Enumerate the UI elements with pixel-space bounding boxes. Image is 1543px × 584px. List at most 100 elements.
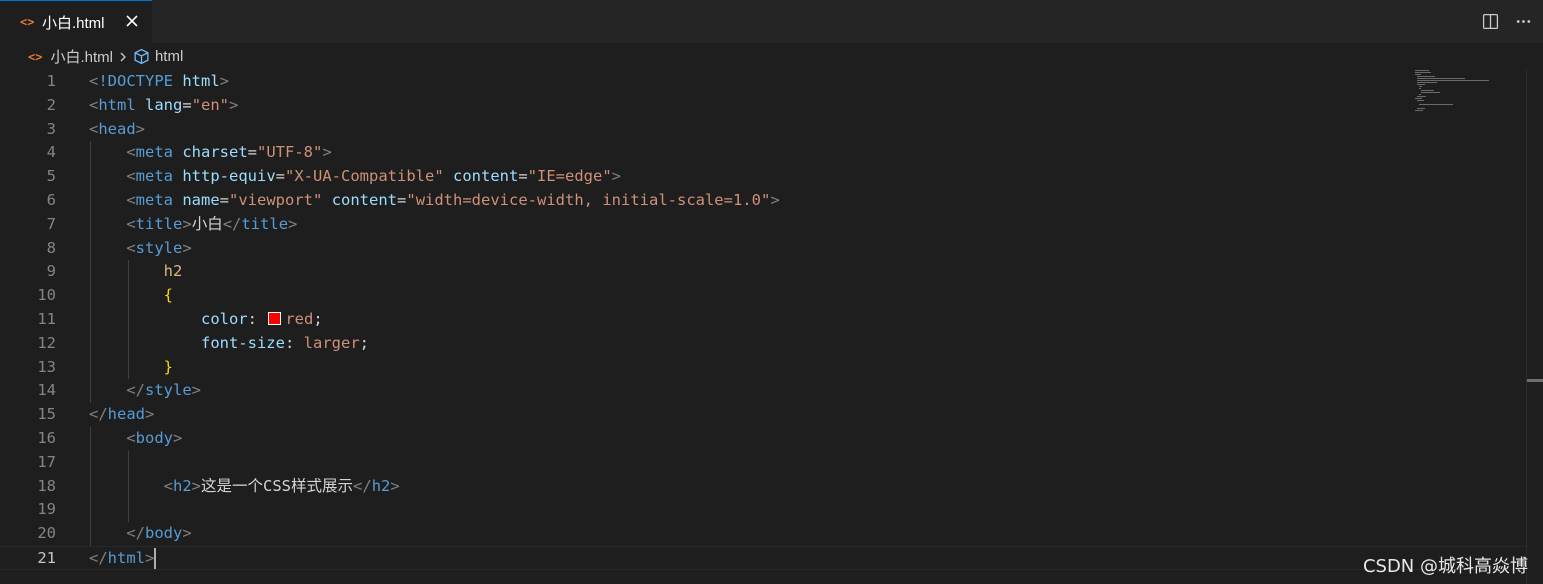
- code-text: </html>: [89, 547, 157, 571]
- line-number: 14: [37, 381, 56, 400]
- code-token: <: [163, 476, 173, 495]
- code-token: =: [219, 191, 230, 209]
- minimap[interactable]: [1412, 70, 1512, 116]
- code-token: meta: [135, 167, 173, 186]
- code-text: <html lang="en">: [89, 94, 238, 118]
- code-line[interactable]: 20 </body>: [0, 522, 1527, 546]
- code-editor[interactable]: 1 <!DOCTYPE html> 2 <html lang="en"> 3 <head>…: [0, 70, 1543, 584]
- color-swatch[interactable]: [268, 311, 282, 325]
- code-token: </: [126, 381, 145, 400]
- code-token: "width=device-width, initial-scale=1.0": [406, 191, 771, 209]
- code-token: <: [89, 72, 99, 90]
- code-text: <body>: [89, 427, 182, 451]
- code-text: }: [89, 356, 173, 380]
- breadcrumb: <> 小白.html html: [0, 43, 1543, 70]
- code-token: <: [126, 214, 136, 233]
- line-number: 4: [46, 143, 56, 162]
- line-number: 15: [37, 405, 56, 424]
- code-text: {: [89, 284, 173, 308]
- code-token: >: [182, 524, 192, 543]
- code-line[interactable]: 13 }: [0, 356, 1527, 380]
- code-token: >: [390, 476, 400, 495]
- code-token: html: [107, 549, 145, 567]
- code-line[interactable]: 16 <body>: [0, 427, 1527, 451]
- code-token: "X-UA-Compatible": [285, 167, 444, 186]
- code-line[interactable]: 11 color: red;: [0, 308, 1527, 332]
- code-line[interactable]: 6 <meta name="viewport" content="width=d…: [0, 189, 1527, 213]
- code-line[interactable]: 15 </head>: [0, 403, 1527, 427]
- code-text: <meta http-equiv="X-UA-Compatible" conte…: [89, 165, 621, 189]
- code-token: >: [182, 238, 192, 257]
- split-editor-button[interactable]: [1477, 9, 1503, 35]
- code-line[interactable]: 18 <h2>这是一个CSS样式展示</h2>: [0, 475, 1527, 499]
- code-line[interactable]: 10 {: [0, 284, 1527, 308]
- code-token: http-equiv: [182, 167, 276, 186]
- code-line[interactable]: 2 <html lang="en">: [0, 94, 1527, 118]
- text-cursor: [154, 548, 157, 569]
- line-number: 10: [37, 286, 56, 305]
- code-line[interactable]: 5 <meta http-equiv="X-UA-Compatible" con…: [0, 165, 1527, 189]
- code-token: style: [135, 238, 183, 257]
- code-token: color: [200, 310, 248, 328]
- code-token: charset: [182, 143, 248, 162]
- code-token: title: [135, 214, 183, 233]
- code-token: head: [98, 119, 136, 138]
- code-token: style: [145, 381, 192, 400]
- line-number: 13: [37, 357, 56, 376]
- code-token: <: [126, 191, 136, 209]
- code-line[interactable]: 4 <meta charset="UTF-8">: [0, 141, 1527, 165]
- code-token: >: [145, 405, 155, 424]
- code-text: <h2>这是一个CSS样式展示</h2>: [89, 475, 400, 499]
- line-number: 3: [46, 119, 56, 138]
- code-line[interactable]: 21 </html>: [0, 546, 1527, 570]
- line-number: 16: [37, 429, 56, 447]
- code-line[interactable]: 1 <!DOCTYPE html>: [0, 70, 1527, 94]
- code-token: >: [229, 95, 239, 114]
- scrollbar-cursor-marker: [1527, 379, 1543, 382]
- code-line[interactable]: 8 <style>: [0, 237, 1527, 261]
- vertical-scrollbar[interactable]: [1527, 70, 1543, 584]
- indent-guide: [90, 141, 91, 404]
- indent-guide: [90, 427, 91, 546]
- code-line[interactable]: 17: [0, 451, 1527, 475]
- code-token: </: [353, 476, 372, 495]
- tab-file[interactable]: <> 小白.html: [0, 0, 152, 43]
- code-token: </: [89, 549, 108, 567]
- code-text: </style>: [89, 379, 201, 403]
- code-line[interactable]: 7 <title>小白</title>: [0, 213, 1527, 237]
- code-token: </: [126, 524, 145, 543]
- breadcrumb-file[interactable]: 小白.html: [50, 46, 113, 67]
- tab-label: 小白.html: [42, 14, 105, 32]
- code-token: =: [518, 167, 528, 186]
- more-actions-button[interactable]: [1510, 9, 1536, 35]
- ellipsis-icon: [1516, 20, 1530, 23]
- editor-actions: [1477, 0, 1543, 43]
- code-line[interactable]: 14 </style>: [0, 379, 1527, 403]
- code-line[interactable]: 19: [0, 498, 1527, 522]
- code-token: "en": [191, 95, 230, 114]
- code-token: font-size: [200, 333, 285, 352]
- code-line[interactable]: 12 font-size: larger;: [0, 332, 1527, 356]
- code-text: </body>: [89, 522, 192, 546]
- code-token: >: [770, 191, 780, 209]
- line-number: 5: [46, 167, 56, 186]
- code-token: >: [611, 167, 622, 186]
- code-line[interactable]: 9 h2: [0, 260, 1527, 284]
- code-token: "viewport": [229, 191, 323, 209]
- code-token: html: [98, 95, 136, 114]
- breadcrumb-symbol[interactable]: html: [155, 48, 183, 65]
- code-line[interactable]: 3 <head>: [0, 118, 1527, 142]
- close-icon[interactable]: [124, 13, 140, 29]
- code-text: </head>: [89, 403, 154, 427]
- code-token: <: [126, 238, 136, 257]
